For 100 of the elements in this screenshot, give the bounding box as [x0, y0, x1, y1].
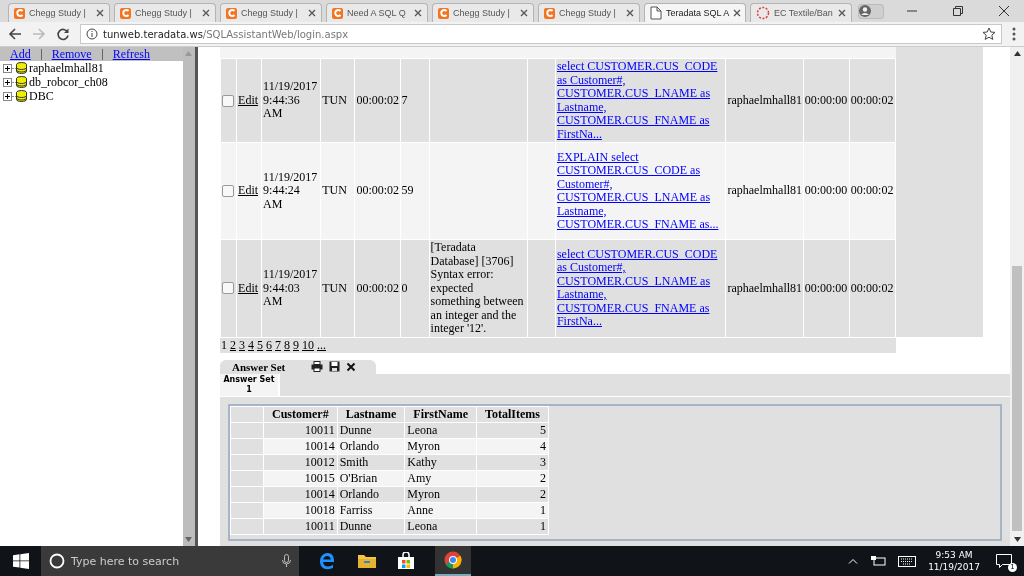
windows-logo-icon[interactable] — [13, 553, 29, 569]
reload-icon[interactable] — [56, 27, 70, 41]
browser-tab[interactable]: Chegg Study | — [220, 3, 322, 22]
column-header: Lastname — [345, 406, 397, 421]
close-icon[interactable] — [308, 9, 316, 17]
table-cell: raphaelmhall81 — [727, 280, 803, 295]
table-cell: Myron — [407, 486, 440, 501]
profile-icon[interactable] — [858, 4, 872, 18]
close-icon[interactable] — [733, 9, 742, 17]
close-icon[interactable] — [838, 9, 846, 17]
address-field[interactable]: tunweb.teradata.ws/SQLAssistantWeb/login.aspx — [80, 24, 1002, 44]
table-cell: raphaelmhall81 — [727, 92, 803, 107]
edit-link[interactable]: Edit — [238, 92, 259, 107]
chrome-logo-icon — [444, 551, 462, 569]
back-icon[interactable] — [8, 27, 22, 41]
browser-tab[interactable]: EC Textile/Ban — [750, 3, 852, 22]
table-cell: 11/19/2017 9:44:24 AM — [263, 169, 318, 211]
close-icon[interactable] — [626, 9, 634, 17]
table-cell: 00:00:02 — [850, 92, 894, 107]
page-link[interactable]: 1 — [221, 337, 227, 353]
table-cell: 10018 — [304, 502, 335, 517]
query-link[interactable]: select CUSTOMER.CUS_CODE as Customer#, CUSTOMER.CUS_LNAME as Lastname, CUSTOMER.CUS_FNAME as FirstNa... — [556, 60, 725, 141]
close-icon[interactable] — [96, 9, 104, 17]
table-cell: 59 — [401, 183, 414, 198]
close-icon[interactable] — [346, 361, 357, 372]
print-icon[interactable] — [311, 361, 324, 372]
logo-icon — [438, 7, 449, 19]
menu-icon[interactable] — [1012, 27, 1016, 41]
logo-icon — [120, 7, 131, 19]
table-cell: Orlando — [339, 486, 379, 501]
edit-link[interactable]: Edit — [238, 280, 259, 295]
database-icon — [16, 76, 27, 88]
clock-date: 11/19/2017 — [928, 561, 980, 573]
scroll-thumb[interactable] — [1012, 266, 1022, 531]
browser-tab[interactable]: Need A SQL Q — [326, 3, 428, 22]
edit-link[interactable]: Edit — [238, 183, 259, 198]
page-link[interactable]: ... — [317, 337, 326, 353]
database-item[interactable]: db_robcor_ch08 — [29, 74, 108, 90]
table-cell: 00:00:00 — [804, 280, 848, 295]
save-icon[interactable] — [329, 361, 341, 372]
search-icon — [49, 553, 65, 569]
page-icon — [650, 6, 662, 20]
microphone-icon[interactable] — [282, 554, 291, 568]
restore-icon[interactable] — [952, 5, 964, 17]
network-icon[interactable] — [870, 555, 887, 567]
folder-icon[interactable] — [357, 552, 377, 570]
table-cell: 10011 — [305, 422, 335, 437]
scrollbar[interactable] — [1010, 47, 1024, 546]
page-link[interactable]: 3 — [239, 337, 245, 353]
page-link[interactable]: 8 — [284, 337, 290, 353]
result-tab[interactable]: Answer Set 1 — [220, 373, 280, 396]
checkbox[interactable] — [222, 185, 234, 197]
checkbox[interactable] — [222, 282, 234, 295]
browser-tab[interactable]: Chegg Study | — [432, 3, 534, 22]
page-link[interactable]: 10 — [302, 337, 314, 353]
column-header: Customer# — [272, 406, 329, 421]
store-bag-icon[interactable] — [397, 552, 415, 570]
expand-icon[interactable] — [3, 77, 12, 87]
page-link[interactable]: 4 — [248, 337, 254, 353]
scroll-down-icon[interactable] — [1013, 537, 1021, 542]
chevron-up-icon[interactable] — [848, 558, 859, 564]
table-cell: 00:00:02 — [850, 280, 894, 295]
browser-tab[interactable]: Chegg Study | — [8, 3, 110, 22]
keyboard-icon[interactable] — [898, 555, 917, 567]
page-link[interactable]: 7 — [275, 337, 281, 353]
database-item[interactable]: DBC — [29, 88, 54, 104]
logo-icon — [544, 7, 555, 19]
scroll-up-icon[interactable] — [1013, 51, 1021, 56]
clock[interactable]: 9:53 AM 11/19/2017 — [928, 549, 980, 573]
database-item[interactable]: raphaelmhall81 — [29, 60, 104, 76]
table-cell: O'Brian — [339, 470, 378, 485]
action-link[interactable]: Remove — [51, 46, 92, 62]
checkbox[interactable] — [222, 94, 234, 107]
page-link[interactable]: 9 — [293, 337, 299, 353]
page-link[interactable]: 6 — [266, 337, 272, 353]
close-icon[interactable] — [202, 9, 210, 17]
browser-tab[interactable]: Teradata SQL A — [644, 3, 746, 22]
page-link[interactable]: 2 — [230, 337, 236, 353]
taskbar-app-button[interactable] — [435, 546, 471, 576]
action-link[interactable]: Add — [10, 46, 31, 62]
bookmark-star-icon[interactable] — [982, 27, 996, 41]
table-cell: 11/19/2017 9:44:03 AM — [263, 267, 318, 308]
table-cell: Anne — [407, 502, 434, 517]
expand-icon[interactable] — [3, 91, 12, 101]
browser-e-icon[interactable] — [317, 551, 337, 571]
close-icon[interactable] — [414, 9, 422, 17]
page-link[interactable]: 5 — [257, 337, 263, 353]
browser-tab[interactable]: Chegg Study | — [114, 3, 216, 22]
table-cell: 7 — [401, 92, 408, 107]
browser-tab[interactable]: Chegg Study | — [538, 3, 640, 22]
action-link[interactable]: Refresh — [112, 46, 150, 62]
search-field[interactable]: Type here to search — [41, 546, 299, 576]
close-icon[interactable] — [520, 9, 528, 17]
clock-time: 9:53 AM — [935, 549, 973, 561]
panel-tab[interactable]: Answer Set — [220, 359, 376, 374]
table-cell: 10011 — [305, 518, 335, 533]
close-icon[interactable] — [998, 5, 1010, 17]
table-cell: Myron — [407, 438, 440, 453]
expand-icon[interactable] — [3, 63, 12, 73]
table-cell: 2 — [539, 470, 546, 485]
